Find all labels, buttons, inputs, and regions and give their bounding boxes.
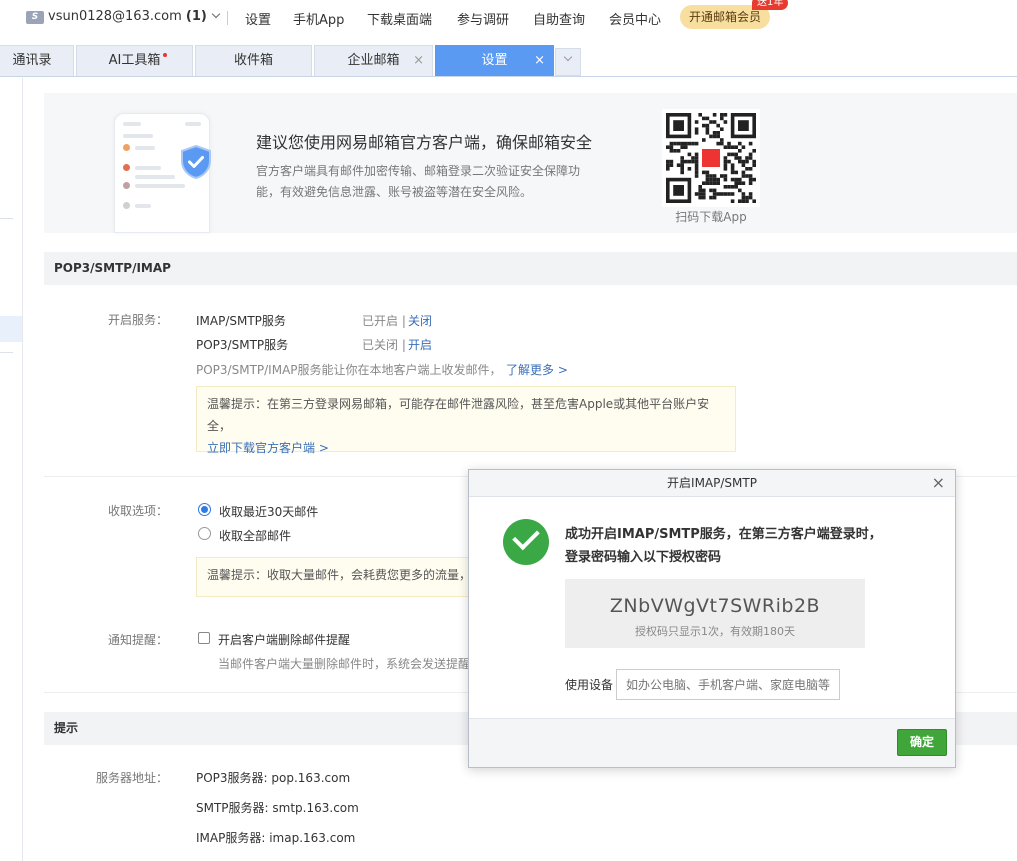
success-check-icon (503, 519, 549, 565)
security-notice: 温馨提示：在第三方登录网易邮箱，可能存在邮件泄露风险，甚至危害Apple或其他平… (196, 386, 736, 455)
delete-reminder-label[interactable]: 开启客户端删除邮件提醒 (218, 631, 350, 648)
imap-service-status: 已开启 | (362, 314, 406, 328)
divider (227, 11, 228, 25)
tab-label: 通讯录 (12, 53, 52, 68)
device-label: 使用设备 (565, 678, 614, 692)
banner-title: 建议您使用网易邮箱官方客户端，确保邮箱安全 (256, 133, 593, 152)
learn-more-link[interactable]: 了解更多 > (506, 361, 568, 378)
pop3-enable-link[interactable]: 开启 (408, 336, 432, 353)
mail-logo-icon: S (26, 11, 44, 24)
shield-check-icon (181, 145, 211, 179)
dialog-title: 开启IMAP/SMTP (667, 476, 757, 490)
section-title-pop3: POP3/SMTP/IMAP (44, 252, 1017, 285)
top-link-self-service[interactable]: 自助查询 (533, 9, 585, 28)
new-dot-icon (163, 53, 167, 57)
download-client-link[interactable]: 立即下载官方客户端 > (207, 437, 725, 459)
receive-all-label[interactable]: 收取全部邮件 (219, 527, 291, 544)
top-link-member-center[interactable]: 会员中心 (609, 9, 661, 28)
receive-all-radio[interactable] (198, 527, 211, 540)
divider (0, 352, 13, 353)
server-address-label: 服务器地址： (95, 771, 168, 785)
top-link-mobile-app[interactable]: 手机App (293, 9, 344, 28)
pop3-service-status: 已关闭 | (362, 338, 406, 352)
security-notice-text: 温馨提示：在第三方登录网易邮箱，可能存在邮件泄露风险，甚至危害Apple或其他平… (207, 397, 710, 433)
chevron-down-icon (563, 52, 573, 62)
imap-server: IMAP服务器: imap.163.com (196, 831, 356, 845)
top-bar: S vsun0128@163.com (1) 设置 手机App 下载桌面端 参与… (0, 0, 1017, 40)
tab-ai-toolbox[interactable]: AI工具箱 (76, 45, 193, 76)
success-message: 成功开启IMAP/SMTP服务，在第三方客户端登录时，登录密码输入以下授权密码 (565, 527, 882, 565)
chevron-down-icon (211, 9, 221, 19)
imap-service-name: IMAP/SMTP服务 (196, 314, 286, 328)
top-link-desktop-download[interactable]: 下载桌面端 (367, 9, 432, 28)
tab-label: 企业邮箱 (347, 53, 400, 68)
auth-code-note: 授权码只显示1次，有效期180天 (635, 625, 795, 638)
top-link-survey[interactable]: 参与调研 (457, 9, 509, 28)
tab-inbox[interactable]: 收件箱 (195, 45, 312, 76)
receive-30-days-label[interactable]: 收取最近30天邮件 (219, 503, 318, 520)
dialog-header: 开启IMAP/SMTP × (469, 470, 955, 497)
tab-label: 收件箱 (233, 53, 273, 68)
divider (0, 218, 13, 219)
receive-notice-text: 温馨提示：收取大量邮件，会耗费您更多的流量， (207, 568, 472, 582)
delete-reminder-checkbox[interactable] (198, 632, 210, 644)
close-icon[interactable]: × (534, 46, 545, 75)
close-icon[interactable]: × (413, 46, 424, 75)
delete-reminder-description: 当邮件客户端大量删除邮件时，系统会发送提醒 (218, 657, 471, 671)
app-qr-code (662, 109, 760, 207)
notify-label: 通知提醒： (107, 633, 168, 647)
qr-caption: 扫码下载App (675, 210, 747, 224)
dialog-footer: 确定 (469, 718, 955, 767)
imap-disable-link[interactable]: 关闭 (408, 312, 432, 329)
qr-code-image (666, 113, 756, 203)
auth-code: ZNbVWgVt7SWRib2B (609, 595, 821, 617)
receive-options-label: 收取选项： (107, 504, 168, 518)
pop3-service-name: POP3/SMTP服务 (196, 338, 289, 352)
account-email: vsun0128@163.com (48, 9, 182, 24)
receive-notice: 温馨提示：收取大量邮件，会耗费您更多的流量， (196, 557, 486, 597)
pop3-server: POP3服务器: pop.163.com (196, 771, 351, 785)
tab-more-button[interactable] (555, 48, 581, 76)
service-description: POP3/SMTP/IMAP服务能让你在本地客户端上收发邮件， (196, 363, 502, 377)
close-icon[interactable]: × (932, 470, 945, 496)
account-switcher[interactable]: vsun0128@163.com (1) (48, 9, 221, 24)
client-promo-banner: 建议您使用网易邮箱官方客户端，确保邮箱安全 官方客户端具有邮件加密传输、邮箱登录… (44, 93, 1017, 233)
unread-count: (1) (185, 9, 207, 24)
top-link-settings[interactable]: 设置 (245, 9, 271, 28)
ok-button[interactable]: 确定 (897, 729, 947, 756)
imap-smtp-dialog: 开启IMAP/SMTP × 成功开启IMAP/SMTP服务，在第三方客户端登录时… (468, 469, 956, 768)
vip-promo-badge: 送1年 (752, 0, 789, 10)
tab-contacts[interactable]: 通讯录 (0, 45, 74, 76)
tab-settings[interactable]: 设置 × (435, 45, 554, 76)
sidebar (0, 78, 23, 861)
sidebar-selected-item[interactable] (0, 316, 22, 342)
tab-enterprise-mail[interactable]: 企业邮箱 × (314, 45, 433, 76)
device-input[interactable] (616, 669, 840, 700)
tab-bar: 通讯录 AI工具箱 收件箱 企业邮箱 × 设置 × (0, 45, 1017, 77)
banner-description: 官方客户端具有邮件加密传输、邮箱登录二次验证安全保障功能，有效避免信息泄露、账号… (256, 164, 581, 199)
receive-30-days-radio[interactable] (198, 503, 211, 516)
tab-label: 设置 (481, 53, 508, 68)
tab-label: AI工具箱 (108, 53, 161, 68)
smtp-server: SMTP服务器: smtp.163.com (196, 801, 359, 815)
auth-code-box: ZNbVWgVt7SWRib2B 授权码只显示1次，有效期180天 (565, 579, 865, 648)
enable-service-label: 开启服务： (107, 313, 168, 327)
